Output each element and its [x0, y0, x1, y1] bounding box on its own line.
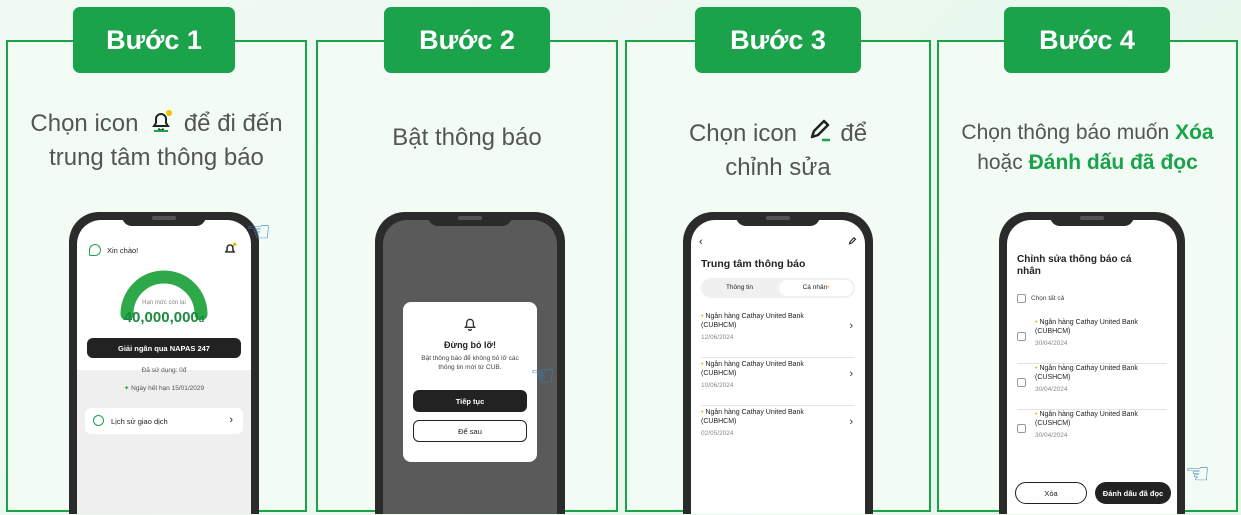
step-3-description: Chọn icon để chỉnh sửa [627, 118, 929, 184]
step-4-screen: Chỉnh sửa thông báo cá nhân Chọn tất cả … [1007, 220, 1177, 514]
continue-button[interactable]: Tiếp tục [413, 390, 527, 412]
list-item[interactable]: Ngân hàng Cathay United Bank (CUBHCM) 02… [701, 408, 855, 454]
phone-notch [1050, 212, 1134, 226]
step-1-desc-mid: để đi đến [183, 110, 283, 137]
list-item[interactable]: Ngân hàng Cathay United Bank (CUSHCM) 30… [1017, 410, 1167, 456]
list-item[interactable]: Ngân hàng Cathay United Bank (CUBHCM) 10… [701, 360, 855, 406]
pencil-icon[interactable] [848, 236, 857, 248]
pointing-hand-icon: ☜ [1185, 458, 1211, 489]
step-3-desc-mid: để [840, 120, 868, 147]
step-1-desc-pre: Chọn icon [30, 110, 139, 137]
step-3-screen: ‹ Trung tâm thông báo Thông tin Cá nhân•… [691, 220, 865, 514]
pointing-hand-icon: ☜ [246, 216, 272, 247]
chevron-right-icon: › [849, 368, 853, 380]
unread-dot: • [827, 284, 830, 291]
used-label: Đã sử dụng: 0đ [141, 367, 187, 374]
mark-read-button[interactable]: Đánh dấu đã đọc [1095, 482, 1171, 504]
napas-button[interactable]: Giải ngân qua NAPAS 247 [87, 338, 241, 358]
item-checkbox[interactable] [1017, 332, 1026, 341]
tab-personal[interactable]: Cá nhân• [779, 280, 853, 296]
step-4-desc-mark-read: Đánh dấu đã đọc [1028, 151, 1198, 174]
expiry-label: ✦ Ngày hết hạn 15/01/2029 [123, 385, 205, 392]
chevron-right-icon: › [849, 416, 853, 428]
list-item[interactable]: Ngân hàng Cathay United Bank (CUSHCM) 30… [1017, 364, 1167, 410]
step-1-panel: Chọn icon để đi đến trung tâm thông báo … [6, 40, 307, 514]
leaf-icon: ✦ [123, 385, 130, 392]
step-4-phone: Chỉnh sửa thông báo cá nhân Chọn tất cả … [999, 212, 1185, 514]
step-4-description: Chọn thông báo muốn Xóa hoặc Đánh dấu đã… [939, 118, 1236, 178]
history-label: Lịch sử giao dịch [111, 417, 168, 426]
step-1-phone: Xin chào! Hạn mức còn lại 40,000,000đ Gi… [69, 212, 259, 514]
step-3-panel: Chọn icon để chỉnh sửa ‹ Trung tâm thông… [625, 40, 931, 514]
step-4-desc-l2-pre: hoặc [977, 151, 1023, 174]
phone-notch [428, 212, 512, 226]
step-2-badge: Bước 2 [384, 7, 550, 73]
step-3-phone: ‹ Trung tâm thông báo Thông tin Cá nhân•… [683, 212, 873, 514]
phone-notch [122, 212, 206, 226]
item-checkbox[interactable] [1017, 424, 1026, 433]
history-button[interactable]: Lịch sử giao dịch › [85, 408, 243, 434]
step-4-desc-l1-pre: Chọn thông báo muốn [961, 121, 1170, 144]
tab-bar: Thông tin Cá nhân• [701, 278, 855, 298]
avatar [89, 244, 101, 256]
screen-title: Trung tâm thông báo [701, 258, 806, 270]
step-3-badge: Bước 3 [695, 7, 861, 73]
select-all-label: Chọn tất cả [1031, 295, 1065, 302]
list-item[interactable]: Ngân hàng Cathay United Bank (CUBHCM) 12… [701, 312, 855, 358]
back-icon[interactable]: ‹ [699, 236, 703, 248]
pointing-hand-icon: ☜ [530, 360, 556, 391]
history-icon [93, 415, 104, 426]
select-all-checkbox[interactable] [1017, 294, 1026, 303]
phone-notch [736, 212, 820, 226]
step-1-badge: Bước 1 [73, 7, 235, 73]
list-item[interactable]: Ngân hàng Cathay United Bank (CUBHCM) 30… [1017, 318, 1167, 364]
tab-info[interactable]: Thông tin [701, 284, 778, 291]
limit-value: 40,000,000đ [123, 309, 205, 326]
bell-icon [462, 316, 478, 334]
chevron-right-icon: › [849, 320, 853, 332]
screen-title: Chỉnh sửa thông báo cá nhân [1017, 254, 1132, 277]
dialog-message: Bật thông báo để không bỏ lỡ các thông t… [421, 355, 519, 371]
step-1-desc-line2: trung tâm thông báo [49, 144, 264, 171]
later-button[interactable]: Để sau [413, 420, 527, 442]
step-3-desc-pre: Chọn icon [688, 120, 798, 147]
notification-dialog: Đừng bỏ lỡ! Bật thông báo để không bỏ lỡ… [403, 302, 537, 462]
dialog-title: Đừng bỏ lỡ! [444, 340, 496, 350]
step-2-description: Bật thông báo [392, 124, 542, 151]
step-4-panel: Chọn thông báo muốn Xóa hoặc Đánh dấu đã… [937, 40, 1238, 514]
limit-label: Hạn mức còn lại [142, 300, 186, 306]
delete-button[interactable]: Xóa [1015, 482, 1087, 504]
step-4-desc-delete: Xóa [1175, 121, 1214, 144]
bell-icon[interactable] [223, 242, 237, 258]
pencil-icon [808, 119, 832, 152]
step-1-screen: Xin chào! Hạn mức còn lại 40,000,000đ Gi… [77, 220, 251, 514]
step-1-description: Chọn icon để đi đến trung tâm thông báo [8, 108, 305, 174]
bell-icon [149, 109, 173, 142]
chevron-right-icon: › [229, 414, 233, 426]
item-checkbox[interactable] [1017, 378, 1026, 387]
step-2-panel: Bật thông báo Đừng bỏ lỡ! Bật thông báo … [316, 40, 618, 514]
greeting: Xin chào! [107, 246, 139, 255]
step-4-badge: Bước 4 [1004, 7, 1170, 73]
step-3-desc-line2: chỉnh sửa [725, 154, 831, 181]
